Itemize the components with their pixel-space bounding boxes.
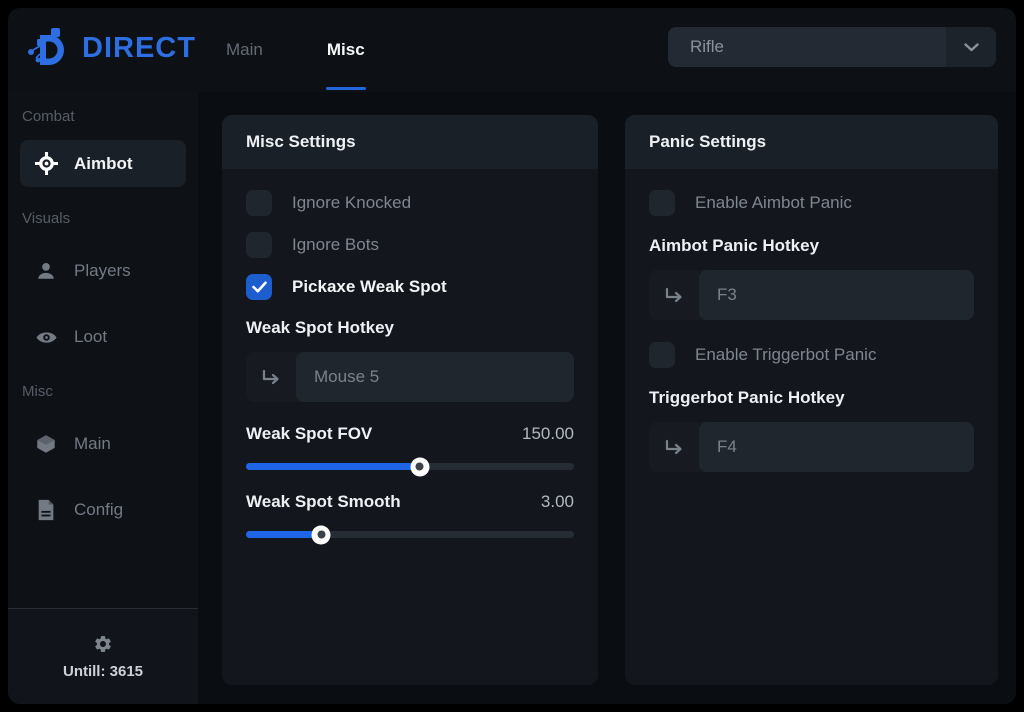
checkbox-row-pickaxe-weak-spot[interactable]: Pickaxe Weak Spot bbox=[246, 274, 574, 300]
document-icon bbox=[34, 499, 58, 521]
weak-spot-fov-value: 150.00 bbox=[522, 424, 574, 444]
checkbox-row-ignore-bots[interactable]: Ignore Bots bbox=[246, 232, 574, 258]
triggerbot-panic-hotkey-label: Triggerbot Panic Hotkey bbox=[649, 388, 974, 408]
panel-title: Misc Settings bbox=[222, 115, 598, 169]
sidebar-item-players[interactable]: Players bbox=[20, 251, 186, 291]
checkbox-label: Ignore Knocked bbox=[292, 193, 411, 213]
sidebar-item-aimbot[interactable]: Aimbot bbox=[20, 140, 186, 187]
sidebar-section-visuals: Visuals bbox=[22, 210, 198, 227]
eye-icon bbox=[34, 326, 58, 349]
checkbox-enable-aimbot-panic[interactable] bbox=[649, 190, 675, 216]
checkbox-row-enable-aimbot-panic[interactable]: Enable Aimbot Panic bbox=[649, 190, 974, 216]
weak-spot-hotkey-label: Weak Spot Hotkey bbox=[246, 318, 574, 338]
slider-handle[interactable] bbox=[410, 457, 429, 476]
checkbox-label: Enable Triggerbot Panic bbox=[695, 345, 876, 365]
brand-logo: DIRECT bbox=[24, 24, 196, 72]
aimbot-panic-hotkey-label: Aimbot Panic Hotkey bbox=[649, 236, 974, 256]
hotkey-value[interactable]: F4 bbox=[699, 422, 974, 472]
checkbox-label: Pickaxe Weak Spot bbox=[292, 277, 447, 297]
sidebar-section-combat: Combat bbox=[22, 108, 198, 125]
misc-settings-panel: Misc Settings Ignore Knocked Ignore Bots bbox=[222, 115, 598, 685]
hotkey-value[interactable]: F3 bbox=[699, 270, 974, 320]
sidebar-item-label: Players bbox=[74, 261, 131, 281]
sidebar-item-label: Loot bbox=[74, 327, 107, 347]
checkbox-pickaxe-weak-spot[interactable] bbox=[246, 274, 272, 300]
sidebar-item-label: Config bbox=[74, 500, 123, 520]
app-window: DIRECT Main Misc Rifle Combat bbox=[8, 8, 1016, 704]
hotkey-value[interactable]: Mouse 5 bbox=[296, 352, 574, 402]
hotkey-arrow-icon bbox=[246, 369, 296, 385]
slider-fill bbox=[246, 531, 321, 538]
checkbox-ignore-bots[interactable] bbox=[246, 232, 272, 258]
weapon-select-value[interactable]: Rifle bbox=[668, 27, 946, 67]
sidebar-section-misc: Misc bbox=[22, 383, 198, 400]
content-area: Misc Settings Ignore Knocked Ignore Bots bbox=[198, 92, 1016, 704]
checkbox-row-enable-triggerbot-panic[interactable]: Enable Triggerbot Panic bbox=[649, 342, 974, 368]
panel-title: Panic Settings bbox=[625, 115, 998, 169]
sidebar: Combat Aimbot Visuals Players bbox=[8, 92, 198, 704]
weak-spot-smooth-label: Weak Spot Smooth bbox=[246, 492, 401, 512]
checkbox-label: Ignore Bots bbox=[292, 235, 379, 255]
checkbox-label: Enable Aimbot Panic bbox=[695, 193, 852, 213]
person-icon bbox=[34, 260, 58, 282]
sidebar-item-main[interactable]: Main bbox=[20, 424, 186, 464]
checkbox-ignore-knocked[interactable] bbox=[246, 190, 272, 216]
weak-spot-fov-label: Weak Spot FOV bbox=[246, 424, 372, 444]
slider-fill bbox=[246, 463, 420, 470]
tab-main[interactable]: Main bbox=[222, 8, 267, 92]
weapon-select-dropdown[interactable]: Rifle bbox=[668, 27, 996, 67]
panic-settings-panel: Panic Settings Enable Aimbot Panic Aimbo… bbox=[625, 115, 998, 685]
sidebar-footer: Untill: 3615 bbox=[8, 608, 198, 704]
gear-icon[interactable] bbox=[91, 634, 115, 654]
sidebar-item-label: Main bbox=[74, 434, 111, 454]
brand-name: DIRECT bbox=[82, 32, 196, 65]
crosshair-icon bbox=[34, 152, 58, 175]
subscription-status: Untill: 3615 bbox=[63, 663, 143, 680]
sidebar-item-config[interactable]: Config bbox=[20, 490, 186, 530]
checkbox-row-ignore-knocked[interactable]: Ignore Knocked bbox=[246, 190, 574, 216]
top-bar: DIRECT Main Misc Rifle bbox=[8, 8, 1016, 92]
sidebar-item-loot[interactable]: Loot bbox=[20, 317, 186, 357]
weak-spot-fov-slider[interactable] bbox=[246, 463, 574, 470]
direct-logo-icon bbox=[24, 24, 72, 72]
tab-underline bbox=[326, 87, 366, 90]
weak-spot-smooth-slider[interactable] bbox=[246, 531, 574, 538]
triggerbot-panic-hotkey-input[interactable]: F4 bbox=[649, 422, 974, 472]
slider-handle[interactable] bbox=[312, 525, 331, 544]
checkbox-enable-triggerbot-panic[interactable] bbox=[649, 342, 675, 368]
weak-spot-smooth-value: 3.00 bbox=[541, 492, 574, 512]
cube-icon bbox=[34, 433, 58, 455]
hotkey-arrow-icon bbox=[649, 287, 699, 303]
chevron-down-icon[interactable] bbox=[946, 27, 996, 67]
aimbot-panic-hotkey-input[interactable]: F3 bbox=[649, 270, 974, 320]
hotkey-arrow-icon bbox=[649, 439, 699, 455]
top-tabs: Main Misc bbox=[222, 8, 369, 92]
tab-misc[interactable]: Misc bbox=[323, 8, 369, 92]
weak-spot-hotkey-input[interactable]: Mouse 5 bbox=[246, 352, 574, 402]
sidebar-item-label: Aimbot bbox=[74, 154, 133, 174]
